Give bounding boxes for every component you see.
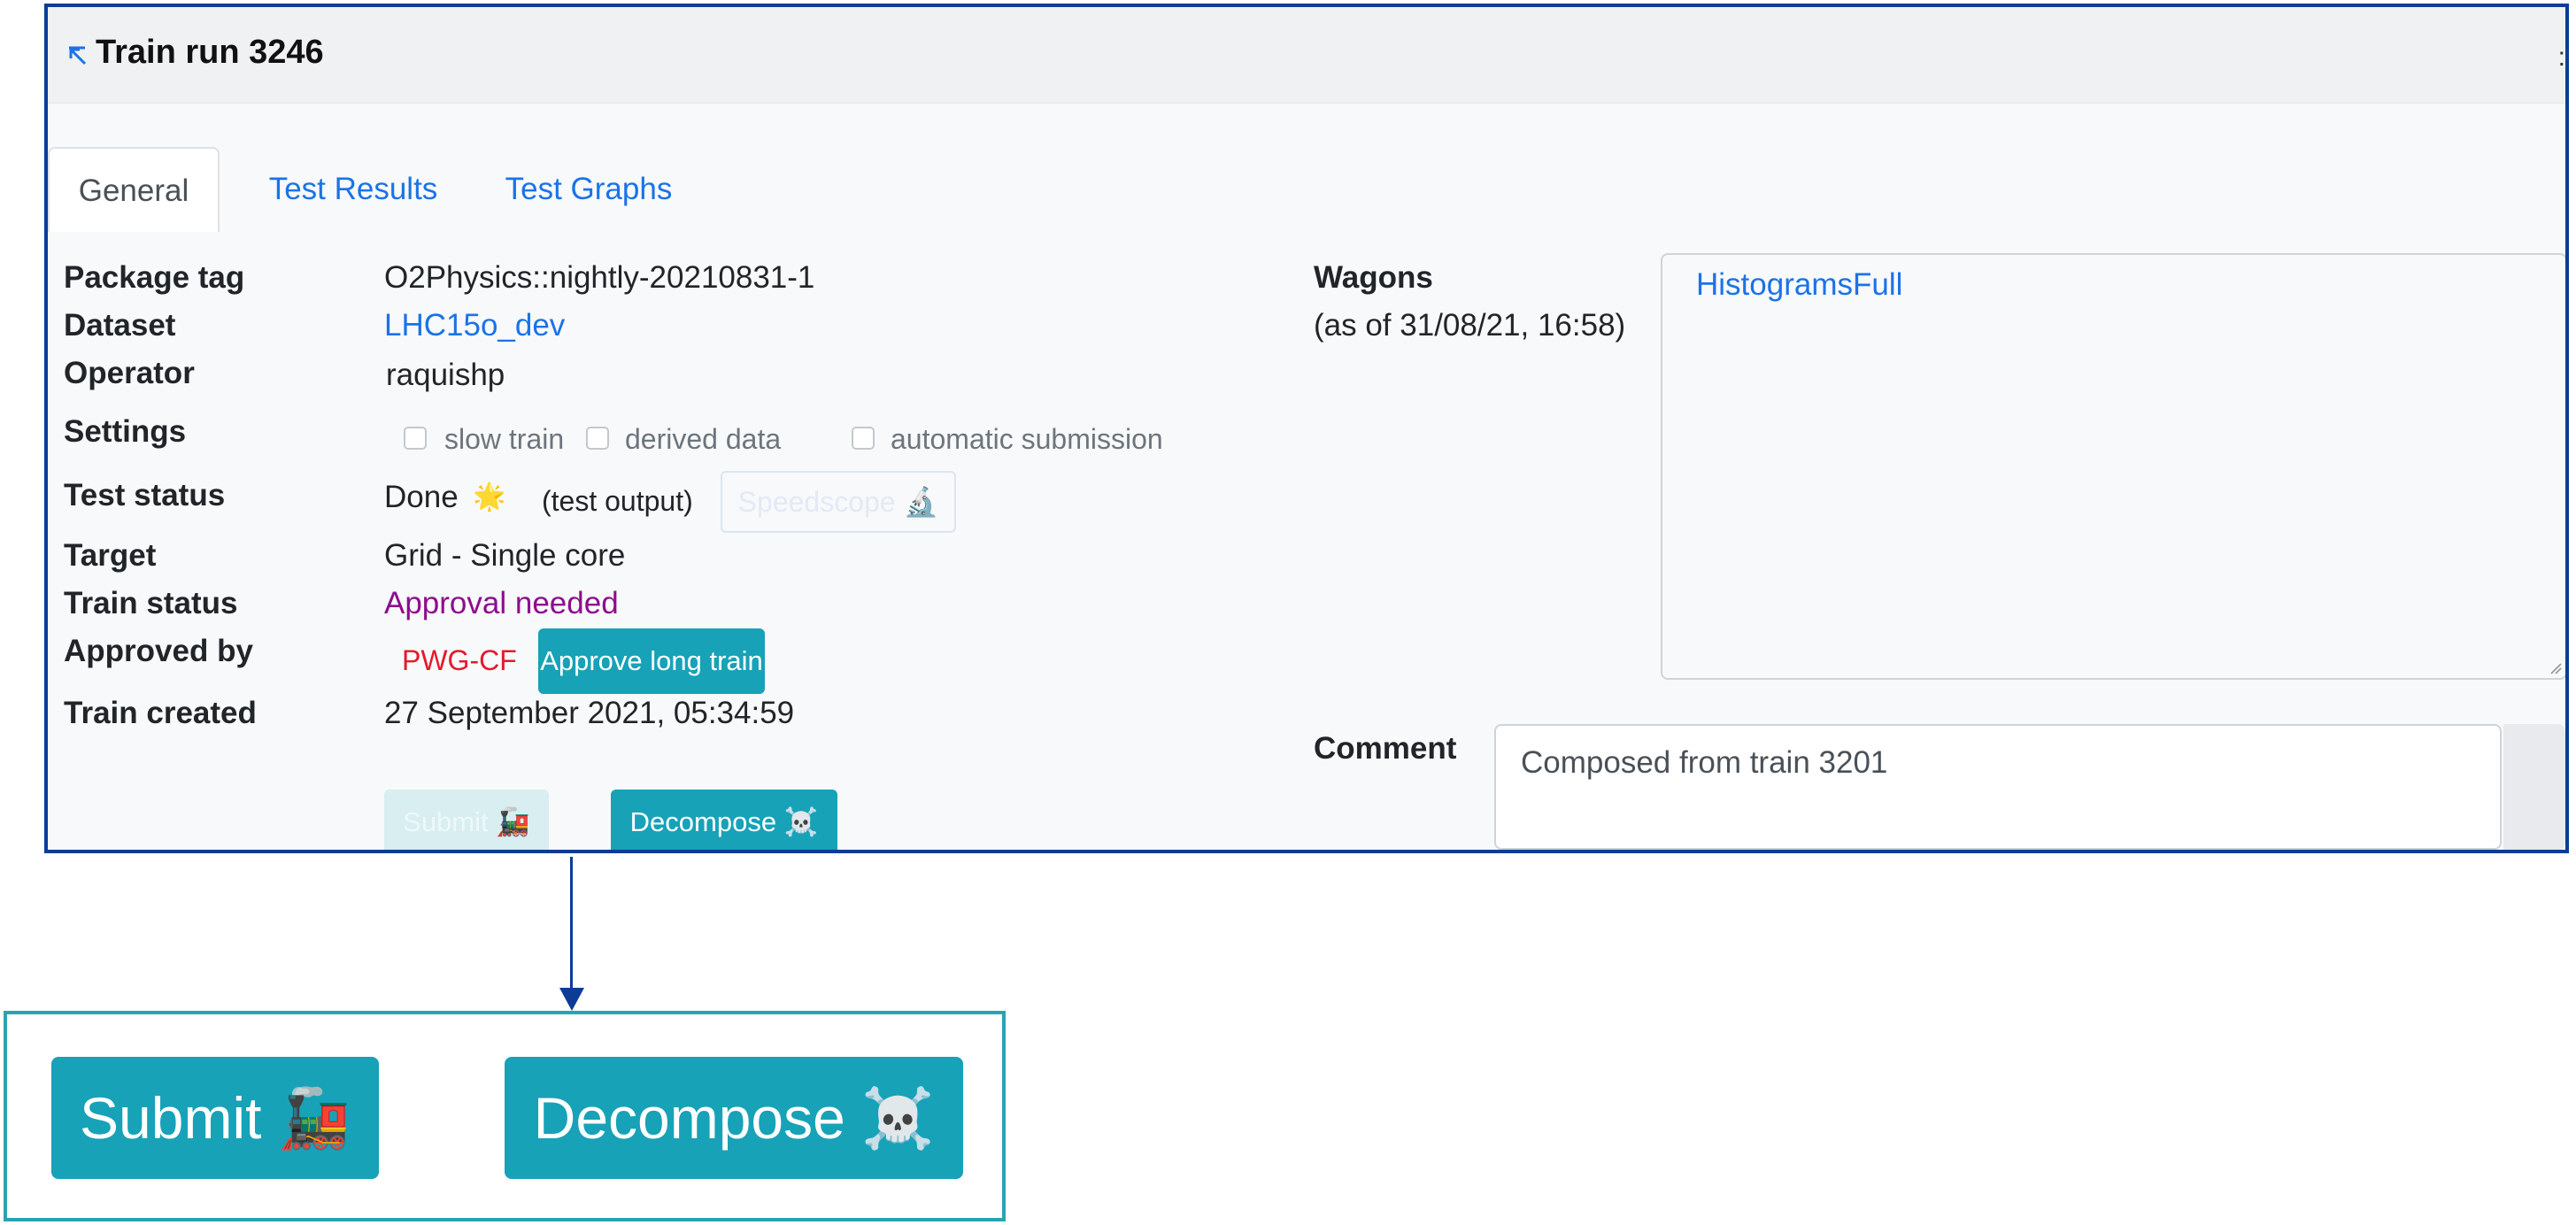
collapse-arrow-icon[interactable] [66, 44, 89, 67]
submit-button[interactable]: Submit 🚂 [384, 790, 549, 850]
derived-data-checkbox[interactable] [586, 427, 609, 450]
train-created-value: 27 September 2021, 05:34:59 [384, 696, 795, 730]
package-tag-label: Package tag [64, 260, 245, 295]
slow-train-label: slow train [444, 423, 565, 455]
approve-long-train-button[interactable]: Approve long train [538, 628, 765, 694]
zoom-callout: Submit 🚂 Decompose ☠️ [4, 1011, 1006, 1221]
decompose-button[interactable]: Decompose ☠️ [611, 790, 837, 850]
train-status-label: Train status [64, 586, 238, 620]
slow-train-checkbox[interactable] [404, 427, 427, 450]
operator-value: raquishp [386, 358, 505, 392]
train-status-value: Approval needed [384, 586, 619, 620]
zoom-arrow-head-icon [559, 988, 584, 1011]
train-created-label: Train created [64, 696, 257, 730]
wagons-label: Wagons [1314, 260, 1433, 295]
panel-header: Train run 3246 : [48, 7, 2565, 104]
settings-label: Settings [64, 414, 187, 449]
target-value: Grid - Single core [384, 538, 626, 573]
comment-save-button[interactable] [2503, 724, 2565, 850]
tab-general[interactable]: General [48, 147, 220, 232]
target-label: Target [64, 538, 157, 573]
comment-textarea[interactable]: Composed from train 3201 [1494, 724, 2502, 850]
wagons-list[interactable]: HistogramsFull [1661, 253, 2565, 680]
tab-test-results[interactable]: Test Results [251, 147, 455, 232]
header-overflow-mark: : [2557, 42, 2565, 72]
approved-by-label: Approved by [64, 634, 253, 668]
tab-test-graphs[interactable]: Test Graphs [487, 147, 690, 232]
derived-data-label: derived data [625, 423, 782, 455]
panel-title: Train run 3246 [96, 34, 324, 71]
wagon-link[interactable]: HistogramsFull [1696, 267, 1902, 303]
operator-label: Operator [64, 356, 195, 390]
dataset-link[interactable]: LHC15o_dev [384, 308, 565, 343]
test-output-link[interactable]: (test output) [542, 485, 693, 518]
comment-label: Comment [1314, 731, 1457, 766]
train-run-panel: Train run 3246 : General Test Results Te… [44, 4, 2569, 853]
package-tag-value: O2Physics::nightly-20210831-1 [384, 260, 815, 295]
test-status-value: Done [384, 480, 459, 514]
test-status-label: Test status [64, 478, 226, 512]
zoom-arrow-line [570, 857, 573, 990]
dataset-label: Dataset [64, 308, 176, 343]
automatic-submission-label: automatic submission [891, 423, 1163, 455]
automatic-submission-checkbox[interactable] [852, 427, 875, 450]
speedscope-button[interactable]: Speedscope 🔬 [721, 471, 956, 533]
zoom-decompose-button[interactable]: Decompose ☠️ [505, 1057, 963, 1179]
zoom-submit-button[interactable]: Submit 🚂 [51, 1057, 379, 1179]
star-icon: 🌟 [473, 482, 506, 512]
resize-handle-icon[interactable] [2549, 662, 2562, 674]
wagons-as-of: (as of 31/08/21, 16:58) [1314, 308, 1626, 343]
approver-badge: PWG-CF [402, 644, 517, 676]
